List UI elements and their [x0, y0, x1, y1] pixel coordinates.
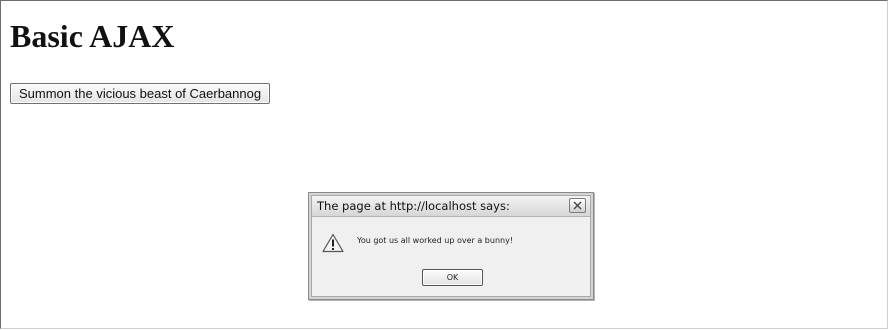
alert-message: You got us all worked up over a bunny! [357, 236, 514, 245]
ok-button[interactable]: OK [422, 269, 483, 286]
page-title: Basic AJAX [10, 18, 175, 54]
close-icon [573, 201, 582, 210]
close-button[interactable] [569, 198, 586, 213]
alert-dialog-titlebar[interactable]: The page at http://localhost says: [312, 196, 590, 217]
alert-dialog-title: The page at http://localhost says: [317, 199, 510, 213]
summon-button[interactable]: Summon the vicious beast of Caerbannog [10, 83, 271, 104]
warning-icon [322, 233, 344, 253]
alert-dialog-body: The page at http://localhost says: You g… [311, 195, 591, 297]
alert-dialog: The page at http://localhost says: You g… [308, 192, 594, 300]
